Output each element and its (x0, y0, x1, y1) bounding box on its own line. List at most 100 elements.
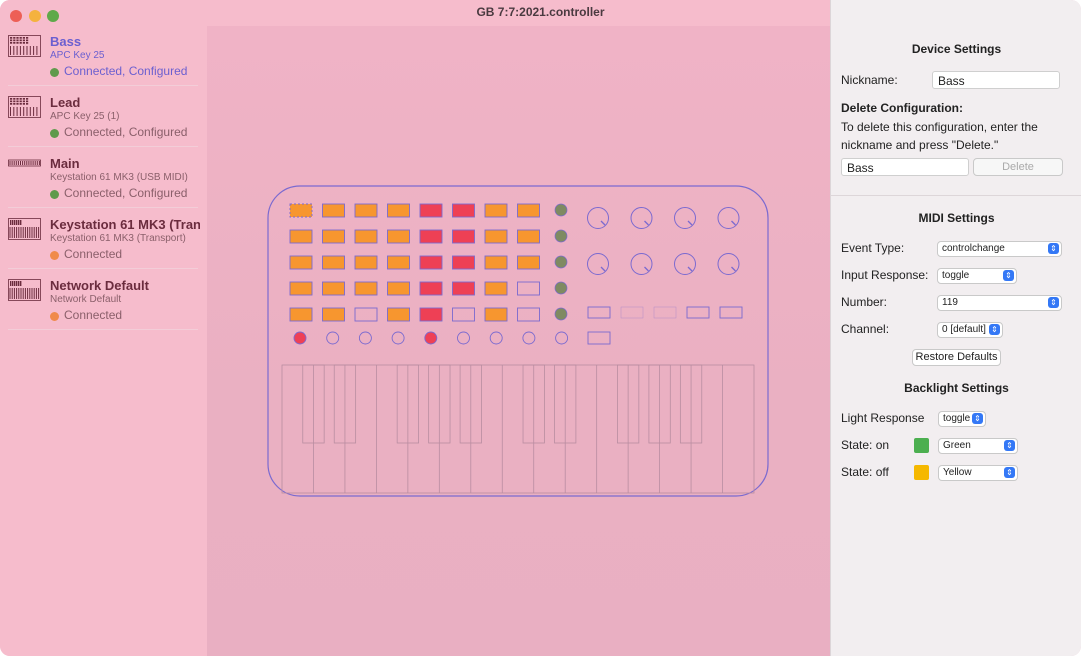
status-dot-icon (50, 68, 59, 77)
keyboard-icon (8, 279, 41, 301)
delete-configuration-title: Delete Configuration: (841, 101, 963, 115)
knob-icon (587, 253, 609, 275)
device-item[interactable]: Keystation 61 MK3 (Tran Keystation 61 MK3… (0, 209, 200, 269)
chevron-updown-icon: ⇕ (972, 413, 983, 424)
device-name: Bass (50, 34, 82, 49)
divider (8, 85, 198, 86)
device-item[interactable]: Bass APC Key 25 Connected, Configured (0, 26, 198, 86)
state-off-value: Yellow (943, 467, 972, 478)
device-model: Network Default (50, 294, 122, 305)
knob-icon (674, 253, 696, 275)
round-button (391, 331, 405, 345)
round-button (424, 331, 438, 345)
pad (419, 255, 443, 270)
channel-value: 0 [default] (942, 324, 986, 335)
pad (484, 255, 508, 270)
status-dot-icon (50, 129, 59, 138)
apc-controller-icon (8, 96, 41, 118)
pad (452, 203, 475, 218)
state-on-select[interactable]: Green ⇕ (938, 438, 1018, 454)
nickname-field[interactable]: Bass (932, 71, 1060, 89)
status-dot-icon (50, 190, 59, 199)
chevron-updown-icon: ⇕ (1004, 440, 1015, 451)
channel-label: Channel: (841, 322, 890, 336)
channel-select[interactable]: 0 [default] ⇕ (937, 322, 1003, 338)
device-settings-title: Device Settings (911, 42, 1002, 56)
device-item[interactable]: Network Default Network Default Connected (0, 270, 198, 330)
knob-indicator (600, 220, 606, 226)
input-response-value: toggle (942, 270, 970, 281)
pad (289, 229, 313, 244)
chevron-updown-icon: ⇕ (1048, 297, 1059, 308)
keyboard (281, 364, 755, 494)
control-button (719, 306, 743, 319)
knob-icon (630, 207, 653, 229)
pad (322, 307, 345, 322)
pad (419, 203, 443, 218)
pad (517, 229, 540, 244)
state-on-value: Green (943, 440, 971, 451)
device-name: Main (50, 156, 80, 171)
pad (517, 307, 540, 322)
delete-confirm-field[interactable]: Bass (841, 158, 969, 176)
settings-panel: Device Settings Nickname: Bass Delete Co… (830, 0, 1081, 656)
number-select[interactable]: 119 ⇕ (937, 295, 1062, 311)
device-model: Keystation 61 MK3 (USB MIDI) (50, 172, 188, 183)
light-response-label: Light Response (841, 411, 925, 425)
pad (322, 229, 345, 244)
pad (322, 203, 345, 218)
delete-button[interactable]: Delete (973, 158, 1063, 176)
status-dot-icon (50, 312, 59, 321)
pad (387, 229, 410, 244)
pad (289, 255, 313, 270)
apc-controller-icon (8, 35, 41, 57)
shift-button (587, 331, 611, 345)
device-status: Connected, Configured (64, 64, 188, 78)
pad (289, 307, 313, 322)
pad (517, 255, 540, 270)
input-response-select[interactable]: toggle ⇕ (937, 268, 1017, 284)
knob-icon (717, 207, 740, 229)
chevron-updown-icon: ⇕ (1004, 467, 1015, 478)
nickname-label: Nickname: (841, 73, 898, 87)
controller-canvas (207, 26, 830, 656)
state-off-color-swatch[interactable] (914, 465, 929, 480)
pad (354, 307, 378, 322)
control-button (620, 306, 644, 319)
knob-icon (674, 207, 696, 229)
pad (354, 229, 378, 244)
scene-button (554, 281, 568, 295)
event-type-value: controlchange (942, 243, 1005, 254)
round-button (522, 331, 536, 345)
input-response-label: Input Response: (841, 268, 929, 282)
light-response-select[interactable]: toggle ⇕ (938, 411, 986, 427)
pad (387, 281, 410, 296)
divider (831, 195, 1081, 196)
knob-icon (717, 253, 740, 275)
pad (387, 203, 410, 218)
pad (354, 255, 378, 270)
knob-indicator (731, 266, 736, 272)
number-value: 119 (942, 297, 958, 308)
state-on-color-swatch[interactable] (914, 438, 929, 453)
device-name: Network Default (50, 278, 149, 293)
pad (452, 255, 475, 270)
event-type-select[interactable]: controlchange ⇕ (937, 241, 1062, 257)
pad (452, 281, 475, 296)
device-item[interactable]: Lead APC Key 25 (1) Connected, Configured (0, 87, 198, 147)
round-button (489, 331, 503, 345)
backlight-settings-title: Backlight Settings (904, 381, 1009, 395)
device-item[interactable]: Main Keystation 61 MK3 (USB MIDI) Connecte… (0, 148, 198, 208)
pad (484, 281, 508, 296)
keyboard-icon (8, 218, 41, 240)
state-off-label: State: off (841, 465, 889, 479)
knob-indicator (644, 220, 649, 226)
pad (289, 281, 313, 296)
divider (8, 268, 198, 269)
scene-button (554, 203, 568, 217)
divider (8, 329, 198, 330)
state-off-select[interactable]: Yellow ⇕ (938, 465, 1018, 481)
status-dot-icon (50, 251, 59, 260)
chevron-updown-icon: ⇕ (1003, 270, 1014, 281)
restore-defaults-button[interactable]: Restore Defaults (912, 349, 1001, 366)
